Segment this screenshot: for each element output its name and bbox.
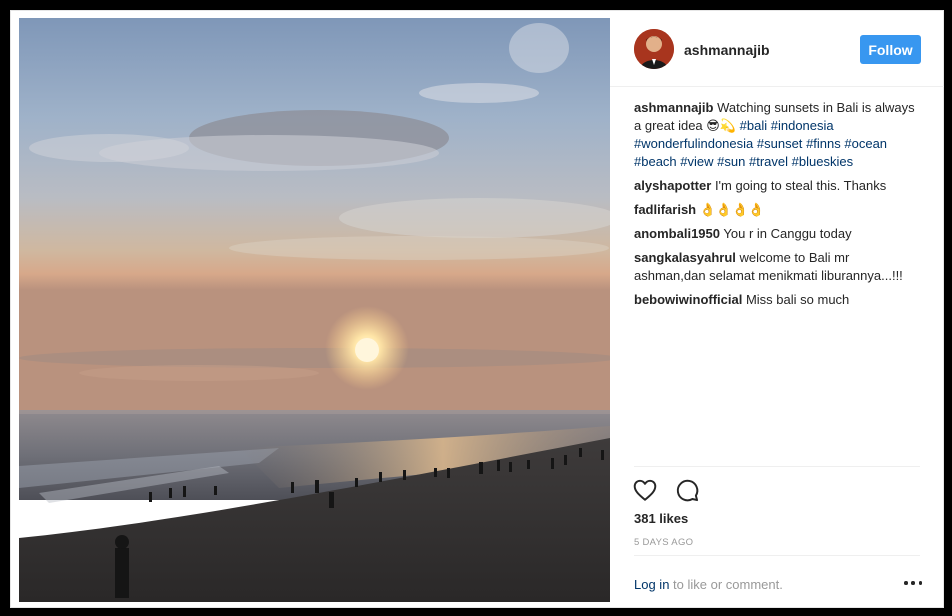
hashtag[interactable]: #wonderfulindonesia: [634, 136, 753, 151]
comment-username[interactable]: fadlifarish: [634, 202, 696, 217]
dot-icon: [918, 581, 922, 585]
follow-button[interactable]: Follow: [860, 35, 921, 64]
comment-item: bebowiwinofficial Miss bali so much: [634, 291, 924, 309]
dot-icon: [911, 581, 915, 585]
hashtag[interactable]: #sunset: [757, 136, 803, 151]
hashtag[interactable]: #bali: [740, 118, 767, 133]
like-count[interactable]: 381 likes: [634, 511, 688, 526]
comment-text: Miss bali so much: [745, 292, 850, 307]
post-frame: ashmannajib Follow ashmannajib Watching …: [10, 10, 944, 608]
post-header: ashmannajib Follow: [610, 11, 944, 87]
profile-picture-icon: [634, 29, 674, 69]
caption: ashmannajib Watching sunsets in Bali is …: [634, 99, 924, 171]
comment-item: fadlifarish 👌👌👌👌: [634, 201, 924, 219]
comment-item: sangkalasyahrul welcome to Bali mr ashma…: [634, 249, 924, 285]
post-side-panel: ashmannajib Follow ashmannajib Watching …: [610, 11, 944, 607]
comment-username[interactable]: alyshapotter: [634, 178, 711, 193]
hashtag[interactable]: #blueskies: [792, 154, 853, 169]
login-prompt: Log in to like or comment.: [634, 577, 783, 592]
avatar[interactable]: [634, 29, 674, 69]
post-actions: [632, 477, 700, 503]
comment-text: I'm going to steal this. Thanks: [714, 178, 887, 193]
comment-username[interactable]: sangkalasyahrul: [634, 250, 736, 265]
hashtag[interactable]: #view: [680, 154, 713, 169]
comment-item: alyshapotter I'm going to steal this. Th…: [634, 177, 924, 195]
comment-item: anombali1950 You r in Canggu today: [634, 225, 924, 243]
comment-bubble-icon[interactable]: [674, 477, 700, 503]
comments-list: ashmannajib Watching sunsets in Bali is …: [634, 99, 924, 315]
sunset-beach-photo: [19, 18, 610, 602]
comment-username[interactable]: bebowiwinofficial: [634, 292, 742, 307]
hashtag[interactable]: #indonesia: [771, 118, 834, 133]
comment-text: You r in Canggu today: [723, 226, 852, 241]
hashtag[interactable]: #finns: [806, 136, 841, 151]
hashtag[interactable]: #travel: [749, 154, 788, 169]
post-timestamp: 5 DAYS AGO: [634, 537, 694, 548]
hashtag[interactable]: #sun: [717, 154, 745, 169]
post-photo[interactable]: [19, 18, 610, 602]
actions-divider: [634, 466, 920, 467]
hashtag[interactable]: #beach: [634, 154, 677, 169]
header-username[interactable]: ashmannajib: [684, 42, 770, 58]
comment-username[interactable]: anombali1950: [634, 226, 720, 241]
more-options-button[interactable]: [904, 576, 922, 590]
heart-icon[interactable]: [632, 477, 658, 503]
dot-icon: [904, 581, 908, 585]
hashtag[interactable]: #ocean: [844, 136, 887, 151]
comment-text: 👌👌👌👌: [699, 202, 765, 217]
login-prompt-text: to like or comment.: [669, 577, 783, 592]
bottom-divider: [634, 555, 920, 556]
caption-username[interactable]: ashmannajib: [634, 100, 713, 115]
login-link[interactable]: Log in: [634, 577, 669, 592]
